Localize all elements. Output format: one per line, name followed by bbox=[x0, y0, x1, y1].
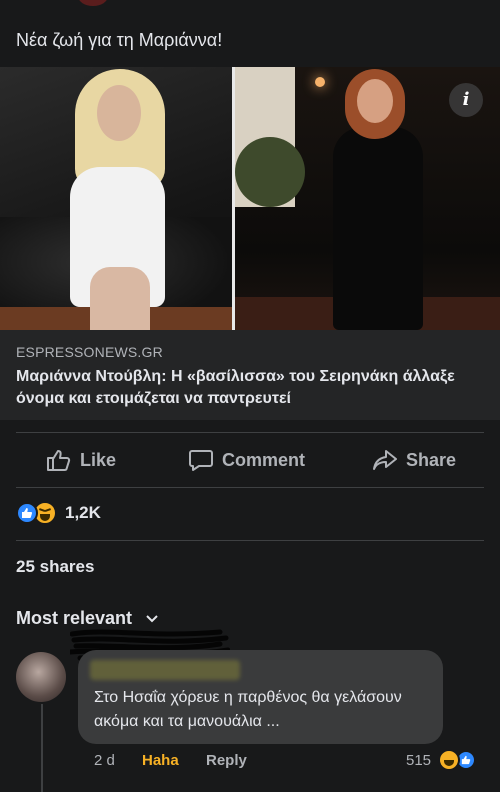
photo-plant bbox=[235, 137, 305, 207]
shares-count[interactable]: 25 shares bbox=[16, 557, 94, 577]
like-icon bbox=[16, 502, 38, 524]
commenter-name-redacted bbox=[90, 660, 240, 680]
photo-woman-face bbox=[357, 79, 393, 123]
comment-haha-button[interactable]: Haha bbox=[142, 752, 179, 769]
previous-avatar-fragment bbox=[78, 0, 108, 6]
comment-label: Comment bbox=[222, 449, 306, 470]
photo-person-face bbox=[97, 85, 141, 141]
share-button[interactable]: Share bbox=[372, 448, 456, 472]
photo-left-panel bbox=[0, 67, 232, 330]
comment-button[interactable]: Comment bbox=[188, 448, 305, 472]
link-preview-image[interactable] bbox=[0, 67, 500, 330]
reaction-count: 1,2K bbox=[65, 503, 101, 522]
comment-icon bbox=[189, 450, 213, 471]
commenter-avatar[interactable] bbox=[16, 652, 66, 702]
info-icon[interactable]: i bbox=[449, 83, 483, 117]
comment-reaction-count[interactable]: 515 bbox=[406, 752, 431, 769]
link-title[interactable]: Μαριάννα Ντούβλη: Η «βασίλισσα» του Σειρ… bbox=[16, 366, 486, 410]
divider-top bbox=[16, 432, 484, 433]
thumbs-up-icon bbox=[47, 450, 71, 471]
thread-line bbox=[41, 704, 43, 792]
like-glyph-icon bbox=[22, 508, 33, 518]
photo-light bbox=[315, 77, 325, 87]
comment-reply-button[interactable]: Reply bbox=[206, 752, 247, 769]
post-text: Νέα ζωή για τη Μαριάννα! bbox=[16, 30, 223, 50]
like-button[interactable]: Like bbox=[46, 448, 116, 472]
share-label: Share bbox=[406, 449, 457, 470]
like-glyph-icon bbox=[461, 755, 471, 765]
comment-text: Στο Ησαΐα χόρευε η παρθένος θα γελάσουν … bbox=[94, 689, 402, 730]
link-domain: ESPRESSONEWS.GR bbox=[16, 344, 163, 360]
divider-reactions bbox=[16, 540, 484, 541]
like-label: Like bbox=[80, 449, 117, 470]
comment-time: 2 d bbox=[94, 752, 115, 769]
divider-actions bbox=[16, 487, 484, 488]
haha-icon bbox=[438, 749, 460, 771]
chevron-down-icon bbox=[146, 614, 158, 622]
photo-person-legs bbox=[90, 267, 150, 330]
comment-reactions[interactable] bbox=[438, 749, 476, 771]
share-icon bbox=[373, 450, 397, 470]
photo-woman-body bbox=[333, 127, 423, 330]
reaction-summary[interactable]: 1,2K bbox=[16, 500, 101, 526]
previous-post-fragment bbox=[0, 0, 500, 12]
